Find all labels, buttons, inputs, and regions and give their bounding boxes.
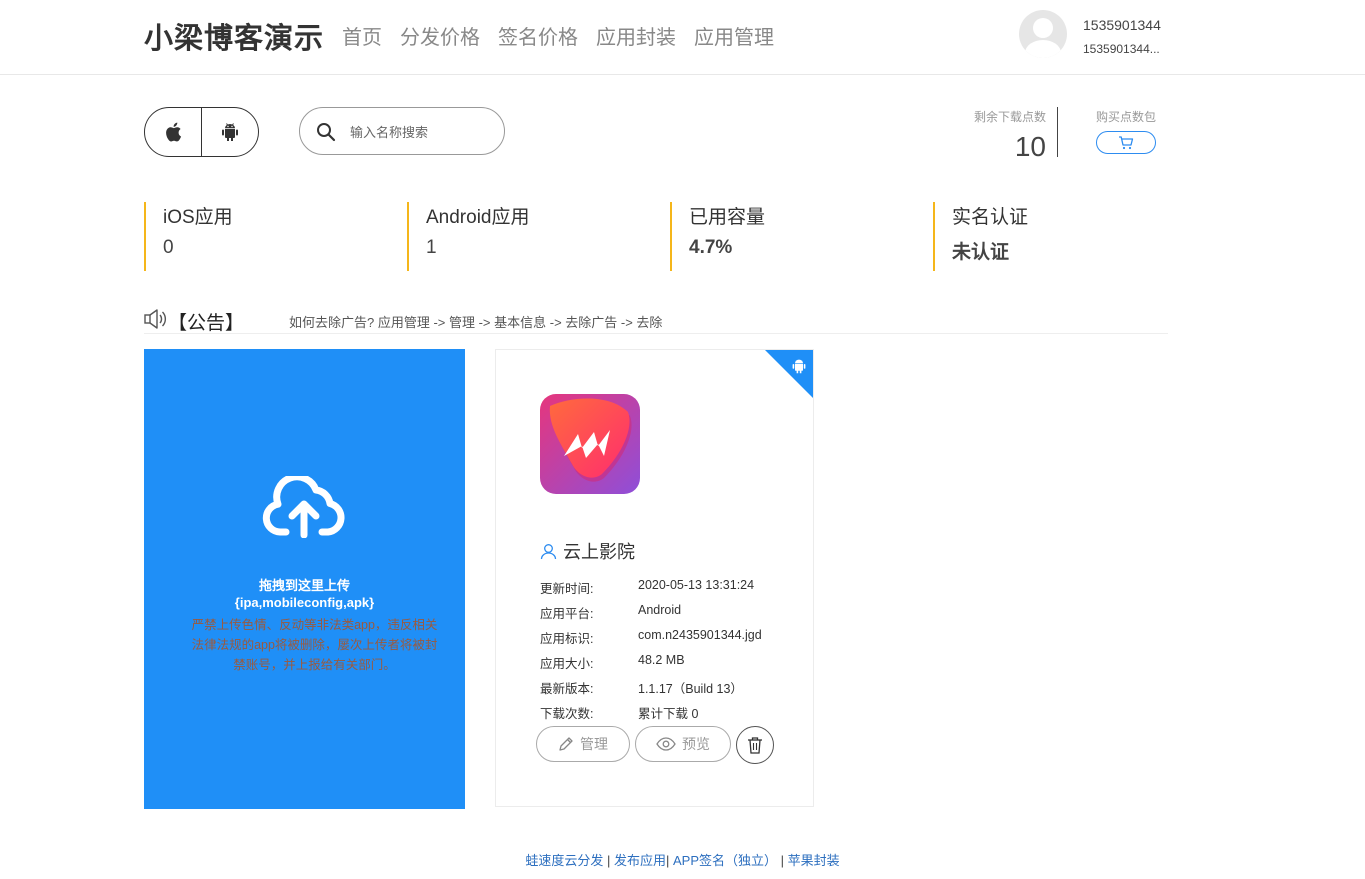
brand-title[interactable]: 小梁博客演示 <box>144 15 324 57</box>
points-label: 剩余下载点数 <box>973 110 1046 124</box>
detail-label: 应用大小: <box>540 657 594 671</box>
platform-toggle <box>144 107 259 157</box>
footer-link-publish-app[interactable]: 发布应用 <box>614 853 666 868</box>
main-nav: 首页 分发价格 签名价格 应用封装 应用管理 <box>342 21 774 50</box>
footer-link-app-sign[interactable]: APP签名（独立） <box>673 853 777 868</box>
apple-icon <box>166 122 182 142</box>
app-name-label[interactable]: 云上影院 <box>563 538 635 564</box>
nav-home[interactable]: 首页 <box>342 21 382 50</box>
speaker-icon <box>144 309 167 329</box>
detail-label: 应用标识: <box>540 632 594 646</box>
notice-bar: 【公告】 如何去除广告? 应用管理 -> 管理 -> 基本信息 -> 去除广告 … <box>144 308 1168 334</box>
stat-value[interactable]: 未认证 <box>952 237 1168 264</box>
manage-label: 管理 <box>580 736 608 752</box>
stat-value: 4.7% <box>689 237 733 258</box>
detail-row: 应用平台: Android <box>540 603 810 628</box>
stat-title: 实名认证 <box>952 207 1029 228</box>
detail-row: 最新版本: 1.1.17（Build 13） <box>540 678 810 703</box>
ios-filter-button[interactable] <box>145 108 201 156</box>
trash-icon <box>748 737 762 754</box>
footer-link-apple-package[interactable]: 苹果封装 <box>788 853 840 868</box>
preview-label: 预览 <box>682 736 710 752</box>
stat-value: 1 <box>426 237 437 258</box>
upload-formats: {ipa,mobileconfig,apk} <box>234 595 375 610</box>
stat-ios-apps: iOS应用 0 <box>144 202 394 271</box>
user-sub: 1535901344... <box>1083 42 1160 56</box>
stat-title: Android应用 <box>426 207 530 228</box>
avatar[interactable] <box>1019 10 1067 58</box>
app-card: 云上影院 更新时间: 2020-05-13 13:31:24 应用平台: Andro… <box>495 349 814 807</box>
cart-icon <box>1119 135 1134 149</box>
detail-value: com.n2435901344.jgd <box>638 628 762 642</box>
stat-value: 0 <box>163 237 174 258</box>
nav-app-manage[interactable]: 应用管理 <box>694 21 774 50</box>
footer-separator: | <box>666 853 673 868</box>
search-box <box>299 107 505 155</box>
buy-label: 购买点数包 <box>1095 110 1156 124</box>
detail-value: 48.2 MB <box>638 653 685 667</box>
app-icon[interactable] <box>540 394 640 494</box>
preview-button[interactable]: 预览 <box>635 726 731 762</box>
search-input[interactable] <box>348 120 492 144</box>
stat-title: 已用容量 <box>689 207 766 228</box>
footer-separator: | <box>603 853 614 868</box>
footer-links: 蛙速度云分发 | 发布应用| APP签名（独立） | 苹果封装 <box>0 850 1365 869</box>
avatar-body <box>1025 40 1061 58</box>
app-details: 更新时间: 2020-05-13 13:31:24 应用平台: Android 应用… <box>540 578 810 728</box>
footer-link-cloud-distribution[interactable]: 蛙速度云分发 <box>525 853 603 868</box>
upload-instruction: 拖拽到这里上传 <box>258 578 350 593</box>
avatar-head <box>1033 18 1053 38</box>
detail-row: 更新时间: 2020-05-13 13:31:24 <box>540 578 810 603</box>
stat-verification: 实名认证 未认证 <box>933 202 1168 271</box>
nav-distribution-price[interactable]: 分发价格 <box>400 21 480 50</box>
detail-value: 1.1.17（Build 13） <box>638 682 743 696</box>
stat-title: iOS应用 <box>163 207 233 228</box>
cloud-upload-icon <box>262 476 345 538</box>
buy-points: 购买点数包 <box>1093 108 1159 154</box>
upload-warning: 严禁上传色情、反动等非法类app，违反相关法律法规的app将被删除，屡次上传者将… <box>191 618 438 672</box>
stat-storage-used: 已用容量 4.7% <box>670 202 920 271</box>
search-icon[interactable] <box>316 122 336 142</box>
notice-title: 【公告】 <box>168 313 245 334</box>
manage-button[interactable]: 管理 <box>536 726 630 762</box>
upload-dropzone[interactable]: 拖拽到这里上传 {ipa,mobileconfig,apk} 严禁上传色情、反动… <box>144 349 465 809</box>
android-icon <box>222 123 238 141</box>
points-divider <box>1057 107 1058 157</box>
buy-points-button[interactable] <box>1096 131 1156 154</box>
detail-value: 2020-05-13 13:31:24 <box>638 578 755 592</box>
android-icon <box>792 359 806 374</box>
detail-value: 累计下载 0 <box>638 707 699 721</box>
footer-separator: | <box>777 853 788 868</box>
detail-row: 下载次数: 累计下载 0 <box>540 703 810 728</box>
pencil-icon <box>559 737 573 751</box>
detail-label: 下载次数: <box>540 707 594 721</box>
remaining-points: 剩余下载点数 10 <box>960 108 1046 163</box>
detail-label: 应用平台: <box>540 607 594 621</box>
points-value: 10 <box>1014 131 1046 162</box>
app-actions: 管理 预览 <box>536 726 774 764</box>
delete-button[interactable] <box>736 726 774 764</box>
android-filter-button[interactable] <box>201 108 258 156</box>
notice-text: 如何去除广告? 应用管理 -> 管理 -> 基本信息 -> 去除广告 -> 去除 <box>289 315 663 330</box>
top-header: 小梁博客演示 首页 分发价格 签名价格 应用封装 应用管理 1535901344… <box>0 0 1365 75</box>
detail-label: 更新时间: <box>540 582 594 596</box>
eye-icon <box>656 737 676 751</box>
app-name: 云上影院 <box>540 538 635 564</box>
user-name[interactable]: 1535901344 <box>1083 17 1161 33</box>
detail-row: 应用大小: 48.2 MB <box>540 653 810 678</box>
stat-android-apps: Android应用 1 <box>407 202 657 271</box>
detail-row: 应用标识: com.n2435901344.jgd <box>540 628 810 653</box>
detail-value: Android <box>638 603 682 617</box>
nav-sign-price[interactable]: 签名价格 <box>498 21 578 50</box>
nav-app-package[interactable]: 应用封装 <box>596 21 676 50</box>
app-logo-icon <box>540 394 640 494</box>
detail-label: 最新版本: <box>540 682 594 696</box>
user-icon <box>540 543 557 559</box>
